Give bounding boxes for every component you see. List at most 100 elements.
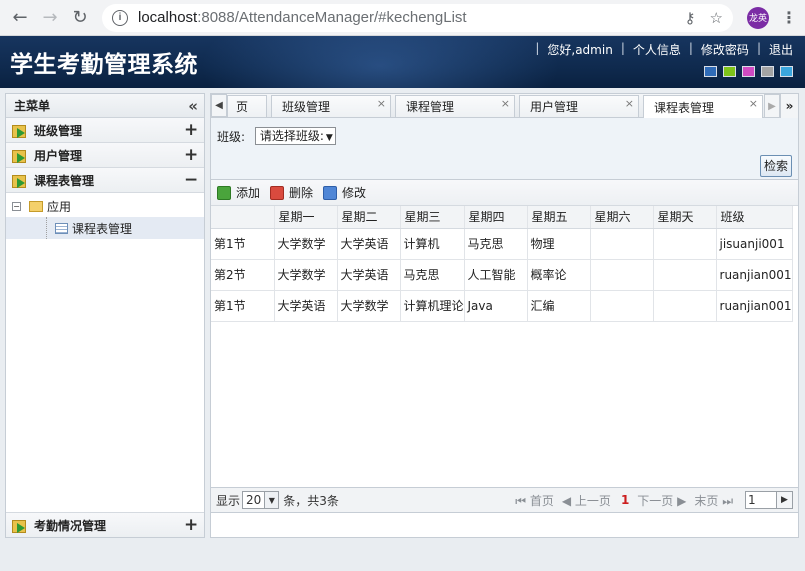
tab-scroll-right-icon[interactable]: ▶ [764,94,780,118]
close-icon[interactable]: × [501,97,510,110]
change-password-link[interactable]: 修改密码 [701,41,749,58]
main-panel: ◀ 页 班级管理 × 课程管理 × 用户管理 × 课程表管理 × ▶ » 班级:… [210,93,799,538]
theme-blue[interactable] [704,66,717,77]
theme-gray[interactable] [761,66,774,77]
first-page-button[interactable]: ⏮ 首页 [515,492,554,509]
tree-node-timetable[interactable]: 课程表管理 [6,217,204,239]
column-header[interactable] [211,206,275,229]
expand-icon[interactable]: + [184,515,198,535]
table-cell: jisuanji001 [716,228,793,260]
table-cell [653,290,717,322]
table-cell: 马克思 [464,228,528,260]
table-cell: 大学英语 [337,228,401,260]
tab-course-management[interactable]: 课程管理 × [395,95,515,117]
column-header[interactable]: 星期三 [400,206,465,229]
next-page-button[interactable]: 下一页 ▶ [637,492,686,509]
class-select[interactable]: 请选择班级: ▼ [254,127,336,145]
menu-class-management[interactable]: 班级管理 + [6,118,204,143]
next-page-label: 下一页 [637,493,674,508]
theme-green[interactable] [723,66,736,77]
table-row[interactable]: 第1节 大学英语 大学数学 计算机理论 Java 汇编 ruanjian001 [211,290,793,322]
reload-icon[interactable]: ↻ [68,6,92,30]
prev-page-label: 上一页 [574,493,611,508]
column-header[interactable]: 星期四 [464,206,528,229]
table-cell: 第1节 [211,290,275,322]
column-header[interactable]: 班级 [716,206,793,229]
theme-pink[interactable] [742,66,755,77]
table-row[interactable]: 第1节 大学数学 大学英语 计算机 马克思 物理 jisuanji001 [211,228,793,260]
table-cell [590,228,654,260]
prev-page-button[interactable]: ◀ 上一页 [562,492,611,509]
tree-toggle-icon[interactable]: − [12,201,21,211]
tab-user-management[interactable]: 用户管理 × [519,95,639,117]
go-page-icon[interactable]: ▶ [777,491,793,509]
chevron-down-icon: ▼ [325,133,333,143]
top-links: | 您好,admin | 个人信息 | 修改密码 | 退出 [535,41,793,58]
tab-list-dropdown-icon[interactable]: » [780,94,798,118]
back-icon[interactable]: ← [8,6,32,30]
column-header[interactable]: 星期五 [527,206,591,229]
logout-link[interactable]: 退出 [769,41,793,58]
tab-label: 课程表管理 [654,100,715,115]
profile-link[interactable]: 个人信息 [633,41,681,58]
page-number-input[interactable]: 1 [745,491,777,509]
collapse-icon[interactable]: « [188,97,198,115]
theme-cyan[interactable] [780,66,793,77]
table-row[interactable]: 第2节 大学数学 大学英语 马克思 人工智能 概率论 ruanjian001 [211,259,793,291]
pagination-bar: 显示 20 ▼ 条，共3条 ⏮ 首页 ◀ 上一页 1 下一页 ▶ 末页 ⏭ 1 … [211,487,798,513]
table-cell: 汇编 [527,290,591,322]
delete-icon [270,185,285,200]
add-icon [217,185,231,200]
edit-button[interactable]: 修改 [323,184,366,201]
bookmark-star-icon[interactable]: ☆ [710,9,723,27]
forward-icon[interactable]: → [38,6,62,30]
menu-label: 班级管理 [34,123,83,138]
class-filter-label: 班级: [217,129,246,144]
page-icon [55,222,68,234]
close-icon[interactable]: × [749,97,758,110]
menu-attendance-management[interactable]: 考勤情况管理 + [6,512,204,537]
tab-class-management[interactable]: 班级管理 × [271,95,391,117]
tab-partial[interactable]: 页 [227,95,267,117]
site-info-icon[interactable]: i [112,9,128,26]
sidebar: 主菜单 « 班级管理 + 用户管理 + 课程表管理 − − 应用 课程表管理 考… [5,93,205,538]
key-icon[interactable]: ⚷ [685,9,696,27]
menu-user-management[interactable]: 用户管理 + [6,143,204,168]
expand-icon[interactable]: + [184,145,198,165]
close-icon[interactable]: × [377,97,386,110]
tab-label: 班级管理 [282,100,331,114]
edit-icon [323,185,338,200]
table-cell: 大学数学 [274,228,338,260]
chevron-down-icon: ▼ [264,492,279,508]
url-path: :8088/AttendanceManager/#kechengList [197,9,467,26]
delete-button[interactable]: 删除 [270,184,313,201]
table-cell [653,259,717,291]
last-page-button[interactable]: 末页 ⏭ [694,492,733,509]
menu-label: 课程表管理 [34,173,95,188]
browser-menu-icon[interactable]: ⋮ [781,8,797,27]
column-header[interactable]: 星期天 [653,206,717,229]
table-cell: ruanjian001 [716,290,793,322]
menu-label: 用户管理 [34,148,83,163]
add-button[interactable]: 添加 [217,184,260,201]
collapse-menu-icon[interactable]: − [184,170,198,190]
tab-timetable-management[interactable]: 课程表管理 × [643,95,763,118]
column-header[interactable]: 星期六 [590,206,654,229]
show-label: 显示 [216,493,241,508]
search-button[interactable]: 检索 [760,155,792,177]
sidebar-header: 主菜单 « [6,94,204,118]
profile-avatar[interactable]: 龙英 [747,6,769,29]
close-icon[interactable]: × [625,97,634,110]
column-header[interactable]: 星期二 [337,206,401,229]
table-cell: 人工智能 [464,259,528,291]
timetable-grid: 星期一 星期二 星期三 星期四 星期五 星期六 星期天 班级 第1节 大学数学 … [211,206,793,322]
tree-node-app[interactable]: − 应用 [6,195,204,217]
menu-timetable-management[interactable]: 课程表管理 − [6,168,204,193]
column-header[interactable]: 星期一 [274,206,338,229]
app-header: 学生考勤管理系统 | 您好,admin | 个人信息 | 修改密码 | 退出 [0,36,805,88]
address-bar[interactable]: i localhost:8088/AttendanceManager/#kech… [102,3,733,32]
expand-icon[interactable]: + [184,120,198,140]
page-size-select[interactable]: 20 ▼ [242,491,280,509]
table-cell: 物理 [527,228,591,260]
tab-scroll-left-icon[interactable]: ◀ [211,94,227,117]
